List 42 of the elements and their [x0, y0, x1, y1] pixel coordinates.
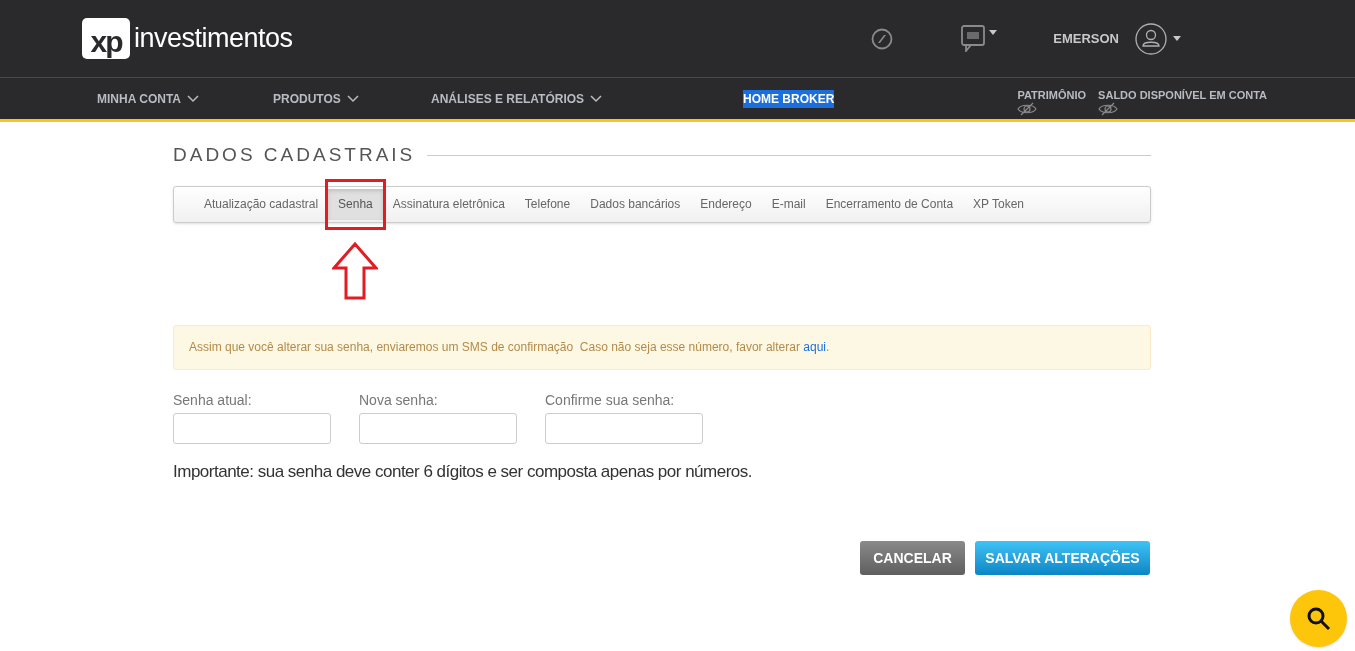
tab[interactable]: Assinatura eletrônica: [382, 188, 515, 220]
balance-label: PATRIMÔNIO: [1017, 89, 1087, 102]
eye-slash-icon[interactable]: [1098, 102, 1119, 116]
nav-menu-item[interactable]: MINHA CONTA: [97, 89, 181, 108]
password-field[interactable]: [173, 412, 331, 444]
tab[interactable]: Dados bancários: [580, 188, 691, 220]
tab[interactable]: Senha: [328, 188, 383, 220]
tab[interactable]: Encerramento de Conta: [815, 188, 964, 220]
user-avatar-icon[interactable]: [1135, 22, 1167, 55]
tab[interactable]: E-mail: [761, 188, 816, 220]
chevron-down-icon: [346, 94, 359, 103]
chat-icon[interactable]: [961, 25, 986, 52]
caret-icon: [989, 30, 998, 35]
password-field[interactable]: [359, 412, 517, 444]
chevron-down-icon: [187, 94, 199, 103]
field-label: Nova senha:: [359, 390, 439, 410]
eye-slash-icon[interactable]: [1017, 102, 1038, 116]
tab[interactable]: Atualização cadastral: [194, 188, 329, 220]
balance-label: SALDO DISPONÍVEL EM CONTA: [1098, 89, 1267, 102]
chevron-down-icon: [590, 94, 603, 103]
field-label: Confirme sua senha:: [545, 390, 676, 410]
user-name[interactable]: EMERSON: [1053, 28, 1119, 49]
page-title: DADOS CADASTRAIS: [173, 143, 417, 167]
nav-menu-item[interactable]: PRODUTOS: [273, 89, 341, 108]
caret-icon: [1173, 36, 1181, 41]
change-link[interactable]: aqui: [803, 340, 826, 354]
compass-icon[interactable]: [871, 27, 894, 50]
nav-menu-item[interactable]: ANÁLISES E RELATÓRIOS: [431, 89, 585, 108]
tab[interactable]: XP Token: [963, 188, 1034, 220]
search-button[interactable]: [1290, 590, 1347, 647]
field-label: Senha atual:: [173, 390, 253, 410]
tab[interactable]: Endereço: [690, 188, 762, 220]
arrow-up-icon: [332, 241, 379, 300]
password-field[interactable]: [545, 412, 703, 444]
password-note: Importante: sua senha deve conter 6 dígitos e ser composta apenas por números.: [173, 460, 754, 483]
alert-text: Assim que você alterar sua senha, enviaremos um SMS de confirmação Caso não seja esse número, favor alterar aqui.: [189, 339, 830, 356]
search-icon: [1305, 605, 1332, 632]
cancel-button[interactable]: CANCELAR: [860, 541, 965, 575]
logo-text: investimentos: [134, 22, 293, 56]
logo-mark: xp: [82, 18, 130, 59]
nav-menu-item[interactable]: HOME BROKER: [743, 89, 835, 108]
tab[interactable]: Telefone: [514, 188, 581, 220]
